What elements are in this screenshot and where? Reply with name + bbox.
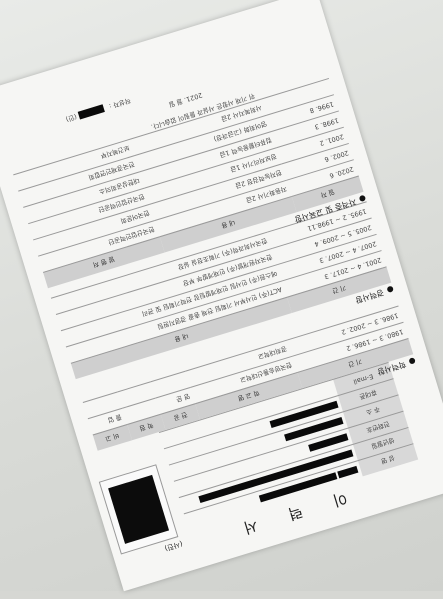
redacted-photo <box>108 474 170 544</box>
bullet-icon <box>358 195 367 203</box>
redaction-bar <box>337 466 359 479</box>
signature-suffix: (인) <box>64 112 78 124</box>
signature-line: 작성자 : (인) <box>65 96 132 125</box>
bullet-icon <box>386 285 395 294</box>
bullet-icon <box>408 357 417 366</box>
redacted-signature <box>77 104 105 120</box>
signature-label: 작성자 : <box>108 96 132 111</box>
